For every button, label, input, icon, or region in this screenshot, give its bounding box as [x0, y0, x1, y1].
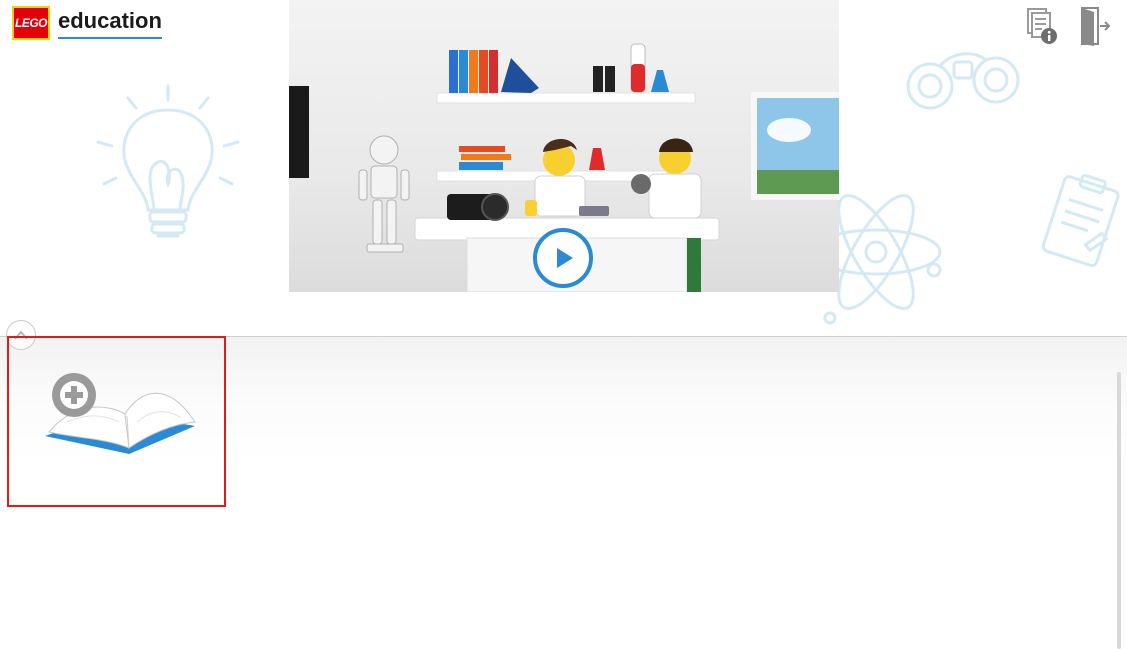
vertical-scrollbar[interactable]	[1117, 372, 1121, 649]
top-toolbar	[1021, 6, 1115, 46]
intro-video[interactable]	[289, 0, 839, 292]
lego-education-logo: LEGO education	[12, 6, 162, 40]
play-icon	[557, 248, 573, 268]
binoculars-doodle-icon	[906, 52, 1020, 110]
lego-education-home: LEGO education	[0, 0, 1127, 649]
clipboard-doodle-icon	[1041, 173, 1120, 268]
lightbulb-doodle-icon	[96, 84, 240, 238]
new-project-button[interactable]	[7, 336, 226, 507]
open-book-plus-icon	[45, 373, 196, 454]
education-wordmark: education	[58, 8, 162, 39]
play-button[interactable]	[533, 228, 593, 288]
lego-logo-badge: LEGO	[12, 6, 50, 40]
exit-door-icon[interactable]	[1075, 6, 1115, 46]
